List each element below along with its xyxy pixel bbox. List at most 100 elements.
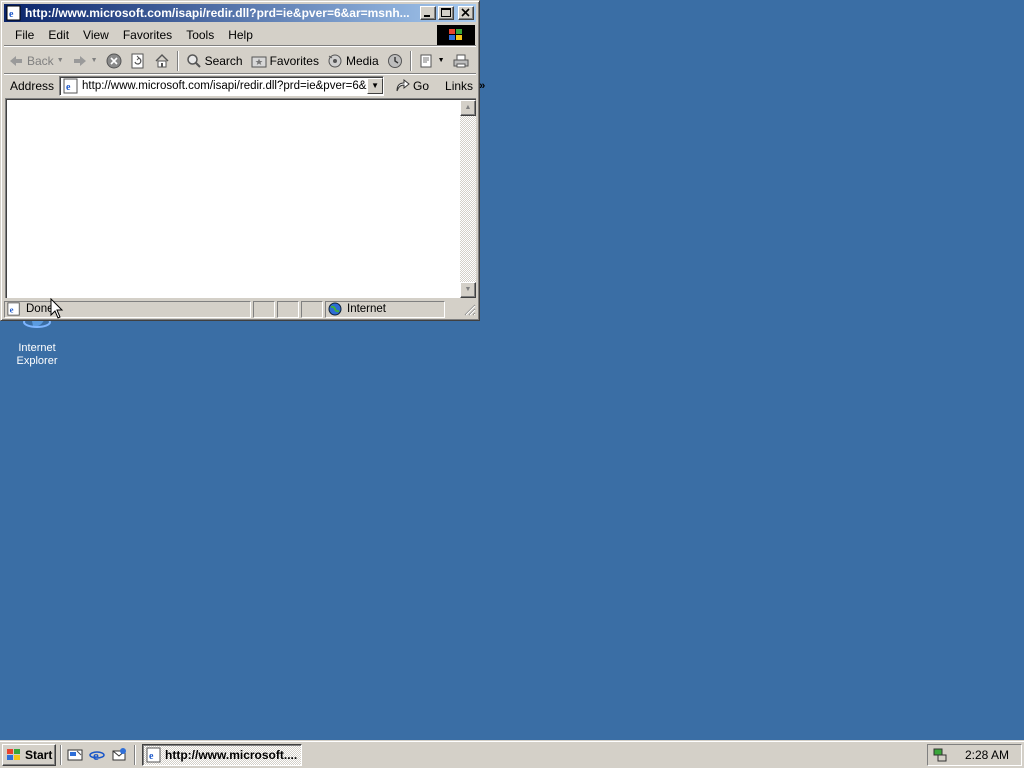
scroll-down-button[interactable]: ▼	[460, 282, 476, 298]
media-icon	[328, 54, 342, 67]
ie-quicklaunch-icon[interactable]: e	[89, 747, 105, 763]
show-desktop-icon[interactable]	[67, 747, 83, 763]
mail-button[interactable]: ▼	[415, 50, 449, 72]
search-label: Search	[204, 53, 243, 68]
forward-dropdown-icon[interactable]: ▼	[91, 57, 98, 64]
windows-throbber-icon	[437, 25, 475, 45]
resize-grip-icon[interactable]	[462, 302, 476, 316]
svg-text:e: e	[149, 751, 154, 762]
windows-logo-icon	[7, 748, 20, 760]
close-icon	[461, 8, 470, 17]
back-dropdown-icon[interactable]: ▼	[57, 57, 64, 64]
menu-edit[interactable]: Edit	[41, 28, 76, 42]
forward-button[interactable]: ▼	[68, 50, 102, 72]
address-value[interactable]: http://www.microsoft.com/isapi/redir.dll…	[82, 80, 367, 92]
print-icon	[453, 54, 469, 67]
links-toolbar[interactable]: Links »	[445, 79, 485, 93]
scroll-up-button[interactable]: ▲	[460, 100, 476, 116]
favorites-label: Favorites	[269, 53, 319, 68]
outlook-express-icon[interactable]	[111, 747, 127, 763]
taskbar-separator	[60, 744, 62, 765]
stop-icon	[106, 53, 122, 68]
title-bar[interactable]: e http://www.microsoft.com/isapi/redir.d…	[4, 4, 476, 22]
svg-text:e: e	[10, 305, 14, 315]
go-button[interactable]: Go	[394, 79, 429, 93]
go-arrow-icon	[396, 79, 410, 92]
links-chevron-icon[interactable]: »	[479, 80, 485, 92]
status-bar: e Done Internet	[4, 300, 476, 318]
menu-view[interactable]: View	[76, 28, 116, 42]
address-field[interactable]: e http://www.microsoft.com/isapi/redir.d…	[59, 76, 385, 96]
favorites-button[interactable]: Favorites	[247, 50, 323, 72]
status-pane-progress	[253, 300, 275, 318]
minimize-icon	[424, 15, 430, 17]
clock[interactable]: 2:28 AM	[965, 748, 1009, 762]
browser-window: e http://www.microsoft.com/isapi/redir.d…	[0, 0, 485, 321]
favorites-folder-icon	[251, 56, 267, 67]
maximize-button[interactable]	[438, 6, 454, 20]
quick-launch: e	[64, 747, 130, 763]
maximize-icon	[441, 8, 451, 17]
back-arrow-icon	[10, 55, 22, 66]
search-button[interactable]: Search	[182, 50, 247, 72]
window-title: http://www.microsoft.com/isapi/redir.dll…	[25, 6, 410, 20]
internet-globe-icon	[328, 302, 342, 316]
address-bar: Address e http://www.microsoft.com/isapi…	[4, 75, 485, 97]
ie-page-icon: e	[63, 78, 79, 94]
mail-icon	[420, 54, 432, 67]
svg-text:e: e	[93, 748, 99, 763]
status-pane-security	[301, 300, 323, 318]
zone-text: Internet	[347, 303, 386, 315]
back-label: Back	[27, 53, 54, 68]
start-button[interactable]: Start	[2, 743, 56, 766]
status-zone-pane: Internet	[325, 300, 445, 318]
minimize-button[interactable]	[420, 6, 436, 20]
menu-tools[interactable]: Tools	[179, 28, 221, 42]
status-pane-offline	[277, 300, 299, 318]
mail-dropdown-icon[interactable]: ▼	[438, 57, 445, 64]
page-content-area[interactable]: ▲ ▼	[5, 98, 476, 298]
svg-text:e: e	[66, 82, 71, 93]
media-button[interactable]: Media	[323, 50, 383, 72]
desktop-icon-label-2: Explorer	[16, 355, 58, 367]
task-label: http://www.microsoft....	[165, 747, 298, 762]
history-button[interactable]	[383, 50, 407, 72]
refresh-button[interactable]	[126, 50, 150, 72]
refresh-icon	[131, 53, 144, 68]
back-button[interactable]: Back ▼	[4, 50, 68, 72]
standard-toolbar: Back ▼ ▼ Search Favorites Media ▼	[4, 48, 476, 74]
menu-help[interactable]: Help	[221, 28, 260, 42]
desktop-icon-label-1: Internet	[18, 342, 56, 354]
svg-text:e: e	[9, 9, 14, 20]
toolbar-separator	[409, 50, 412, 71]
address-dropdown-icon[interactable]: ▼	[367, 78, 384, 94]
taskbar-button-ie-window[interactable]: e http://www.microsoft....	[142, 743, 302, 766]
stop-button[interactable]	[102, 50, 126, 72]
ie-page-icon: e	[146, 747, 162, 763]
history-icon	[387, 53, 402, 68]
home-button[interactable]	[150, 50, 174, 72]
ie-page-icon[interactable]: e	[6, 5, 22, 21]
go-label: Go	[413, 79, 430, 93]
menu-file[interactable]: File	[8, 28, 41, 42]
mouse-cursor-icon	[50, 297, 64, 323]
home-icon	[155, 53, 169, 67]
toolbar-separator	[176, 50, 179, 71]
print-button[interactable]	[449, 50, 473, 72]
menu-favorites[interactable]: Favorites	[116, 28, 179, 42]
close-button[interactable]	[458, 6, 474, 20]
links-label: Links	[445, 79, 474, 93]
search-icon	[186, 53, 201, 68]
ie-page-icon: e	[7, 302, 21, 316]
menu-bar: File Edit View Favorites Tools Help	[4, 24, 476, 46]
taskbar: Start e e http://www.microsoft.... 2:28 …	[0, 740, 1024, 768]
vertical-scrollbar[interactable]: ▲ ▼	[460, 100, 476, 298]
forward-arrow-icon	[73, 55, 86, 66]
status-text-pane: e Done	[4, 300, 251, 318]
system-tray: 2:28 AM	[927, 743, 1022, 766]
taskbar-separator	[134, 744, 136, 765]
address-label: Address	[10, 79, 55, 93]
media-label: Media	[345, 53, 379, 68]
network-tray-icon[interactable]	[932, 747, 948, 763]
start-label: Start	[25, 747, 53, 762]
